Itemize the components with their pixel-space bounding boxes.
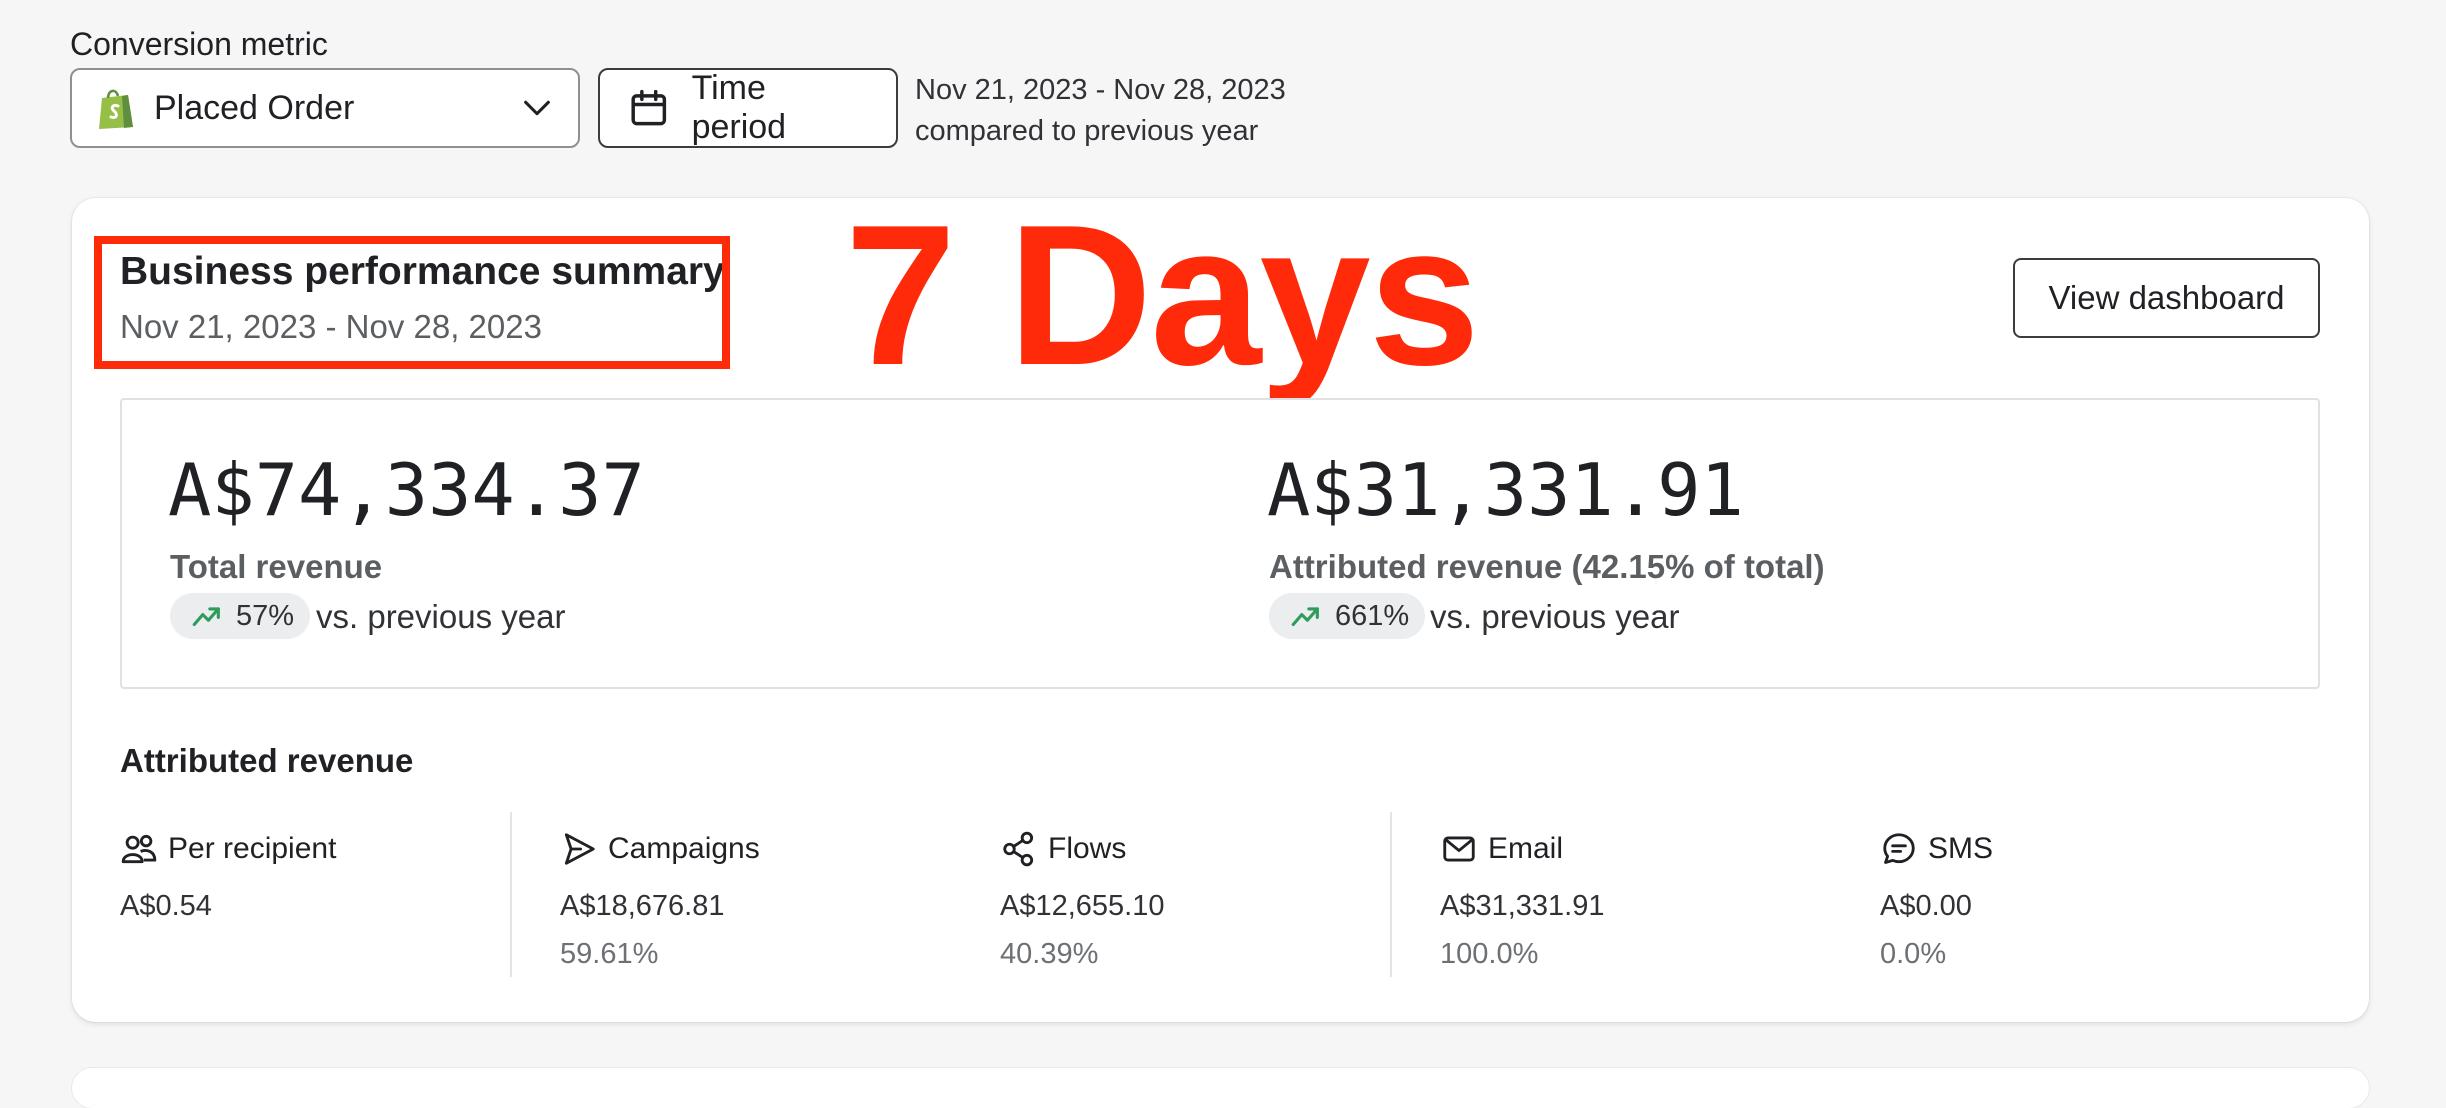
column-divider <box>1390 812 1392 977</box>
flows-value: A$12,655.10 <box>1000 890 1165 922</box>
sms-header: SMS <box>1880 830 1993 868</box>
flows-header: Flows <box>1000 830 1126 868</box>
column-divider <box>510 812 512 977</box>
attributed-revenue-title: Attributed revenue <box>120 742 414 779</box>
flows-icon <box>1003 831 1034 867</box>
overlay-annotation-text: 7 Days <box>845 184 1480 407</box>
campaigns-label: Campaigns <box>608 832 760 865</box>
per-recipient-header: Per recipient <box>120 830 336 868</box>
revenue-metrics-panel <box>120 398 2320 689</box>
trend-up-icon <box>192 607 220 627</box>
time-period-button[interactable]: Time period <box>598 68 898 148</box>
conversion-metric-select[interactable]: Placed Order <box>70 68 580 148</box>
per-recipient-value: A$0.54 <box>120 890 212 922</box>
sms-percent: 0.0% <box>1880 938 1947 970</box>
attributed-revenue-value: A$31,331.91 <box>1267 448 1744 532</box>
trend-up-icon <box>1291 607 1319 627</box>
total-revenue-change-badge: 57% <box>170 593 311 639</box>
people-icon <box>121 834 157 864</box>
period-comparison: compared to previous year <box>915 115 1259 147</box>
sms-label: SMS <box>1928 832 1994 865</box>
attributed-revenue-label: Attributed revenue (42.15% of total) <box>1269 548 1825 585</box>
sms-value: A$0.00 <box>1880 890 1972 922</box>
flows-label: Flows <box>1048 832 1127 865</box>
sms-icon <box>1883 833 1915 864</box>
send-icon <box>564 833 595 865</box>
conversion-metric-label: Conversion metric <box>70 26 328 62</box>
email-percent: 100.0% <box>1440 938 1539 970</box>
period-description: Nov 21, 2023 - Nov 28, 2023 compared to … <box>915 70 1286 152</box>
attributed-revenue-change: 661% <box>1335 599 1410 632</box>
next-card <box>72 1068 2369 1108</box>
attributed-revenue-change-badge: 661% <box>1269 593 1426 639</box>
chevron-down-icon <box>524 100 550 116</box>
total-revenue-value: A$74,334.37 <box>168 448 645 532</box>
attributed-revenue-comparison: vs. previous year <box>1430 598 1680 635</box>
total-revenue-comparison: vs. previous year <box>316 598 566 635</box>
selected-metric: Placed Order <box>154 88 355 127</box>
email-label: Email <box>1488 832 1564 865</box>
shopify-bag-icon <box>99 89 133 129</box>
email-icon <box>1443 836 1475 862</box>
period-range: Nov 21, 2023 - Nov 28, 2023 <box>915 74 1286 106</box>
campaigns-value: A$18,676.81 <box>560 890 725 922</box>
calendar-icon <box>631 89 667 126</box>
highlight-annotation-box <box>94 236 730 369</box>
email-value: A$31,331.91 <box>1440 890 1605 922</box>
per-recipient-label: Per recipient <box>168 832 337 865</box>
total-revenue-change: 57% <box>236 599 295 632</box>
time-period-label: Time period <box>691 69 787 146</box>
campaigns-percent: 59.61% <box>560 938 659 970</box>
view-dashboard-button[interactable]: View dashboard <box>2013 258 2320 338</box>
email-header: Email <box>1440 830 1563 868</box>
flows-percent: 40.39% <box>1000 938 1099 970</box>
total-revenue-label: Total revenue <box>170 548 383 585</box>
campaigns-header: Campaigns <box>560 830 760 868</box>
